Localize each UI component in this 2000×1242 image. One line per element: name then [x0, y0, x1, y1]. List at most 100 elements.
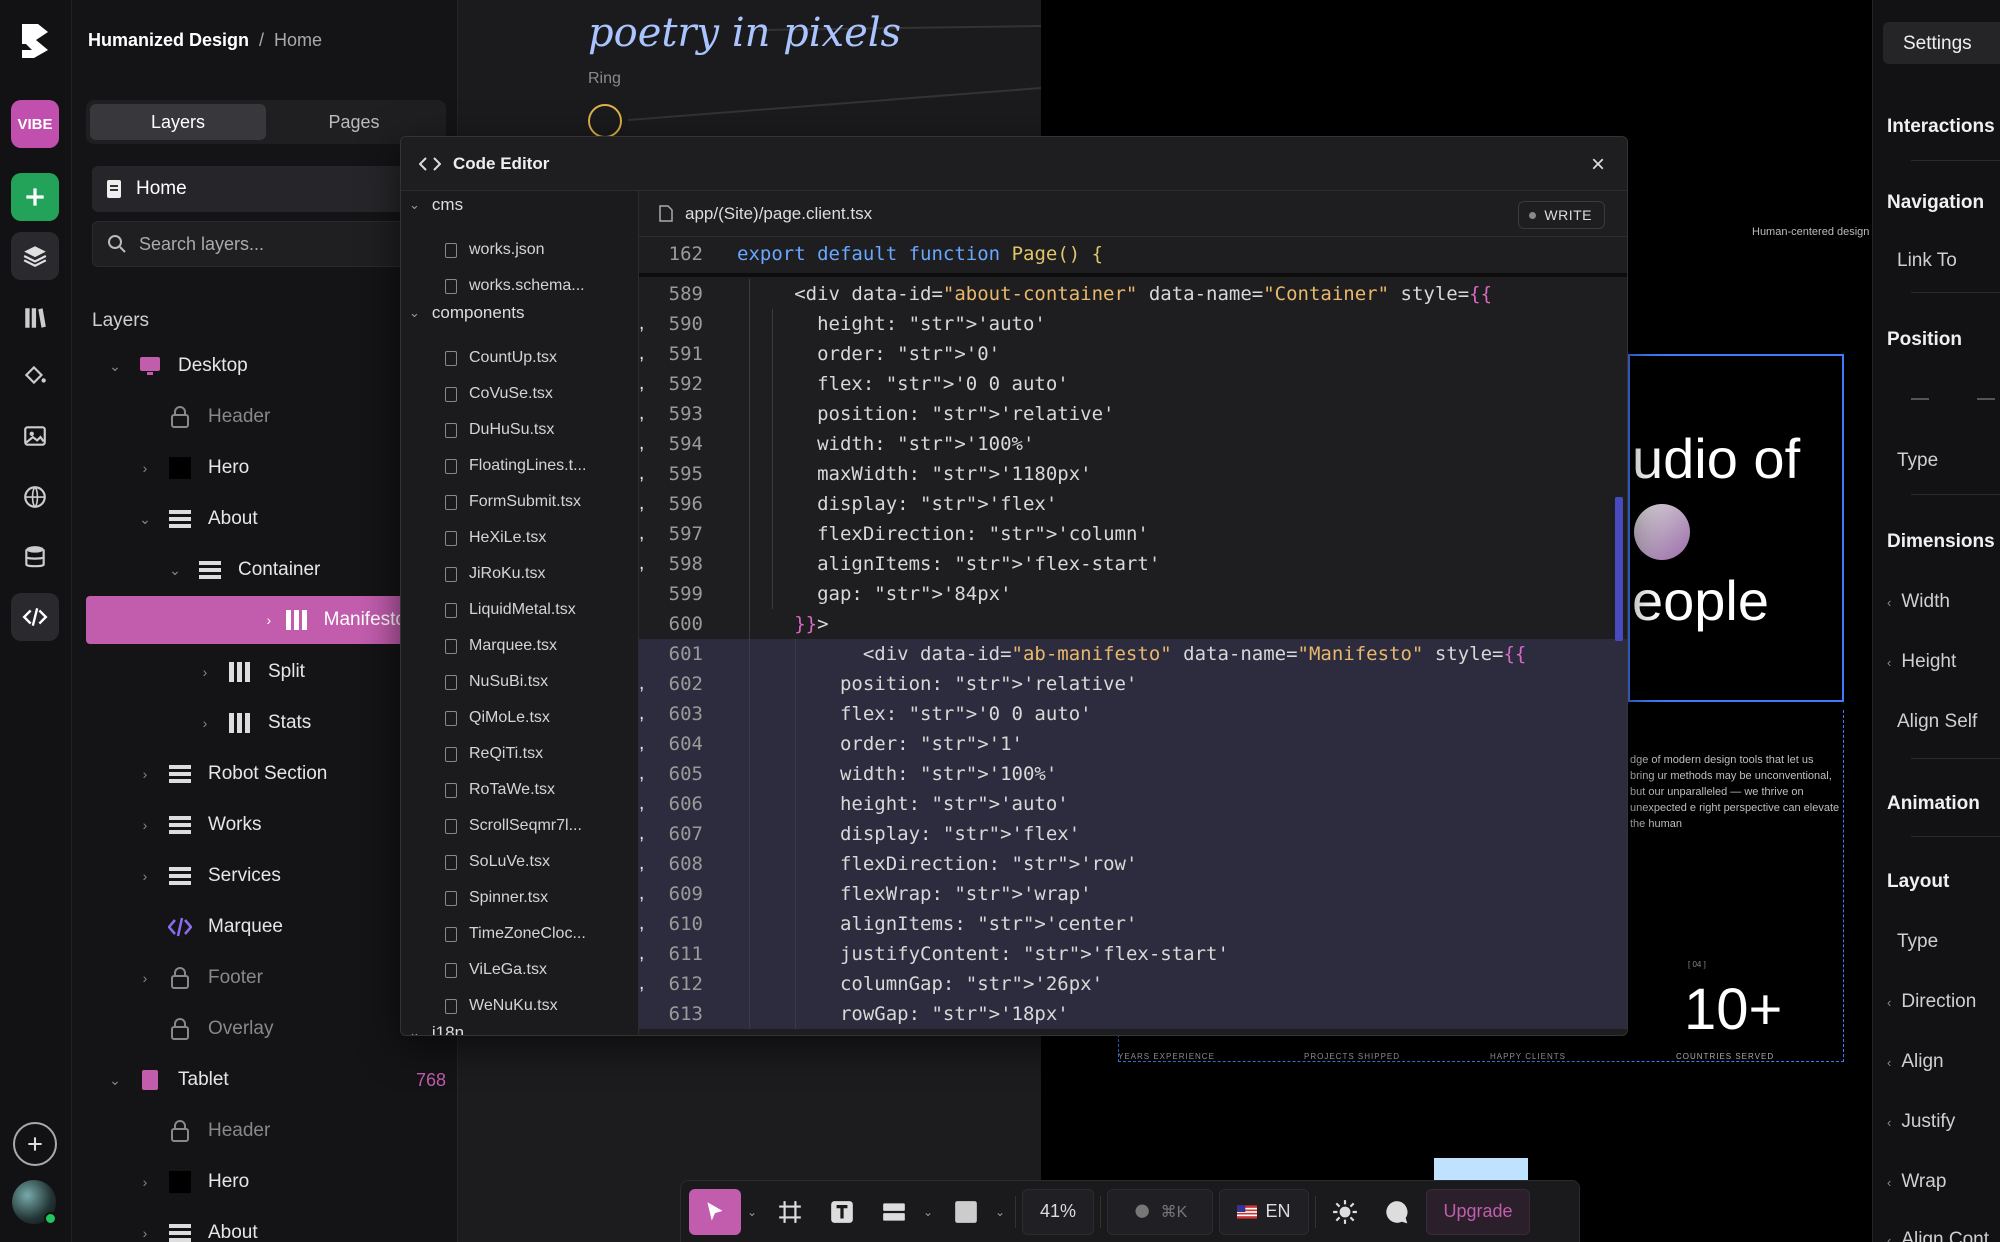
tree-file[interactable]: Marquee.tsx: [445, 637, 557, 655]
tree-file[interactable]: RoTaWe.tsx: [445, 781, 555, 799]
code-line[interactable]: 613 rowGap: "str">'18px': [639, 999, 1627, 1029]
align-label[interactable]: ‹ Align: [1887, 1051, 1944, 1073]
layer-desktop[interactable]: ⌄ Desktop 1: [106, 342, 446, 390]
code-line[interactable]: 593 position: "str">'relative',: [639, 399, 1627, 429]
code-line[interactable]: 604 order: "str">'1',: [639, 729, 1627, 759]
code-line[interactable]: 610 alignItems: "str">'center',: [639, 909, 1627, 939]
shape-tool-button[interactable]: [943, 1189, 989, 1235]
layers-button[interactable]: [11, 232, 59, 280]
globe-button[interactable]: [11, 473, 59, 521]
stack-tool-button[interactable]: [871, 1189, 917, 1235]
user-avatar[interactable]: [12, 1180, 57, 1225]
comments-button[interactable]: [1374, 1189, 1420, 1235]
code-line[interactable]: 592 flex: "str">'0 0 auto',: [639, 369, 1627, 399]
layer-marquee[interactable]: Marquee: [136, 903, 283, 951]
tree-file[interactable]: FloatingLines.t...: [445, 457, 586, 475]
code-line[interactable]: 594 width: "str">'100%',: [639, 429, 1627, 459]
chevron-right-icon[interactable]: ›: [136, 460, 154, 476]
code-line[interactable]: 590 height: "str">'auto',: [639, 309, 1627, 339]
app-logo[interactable]: [18, 22, 52, 60]
ring-element[interactable]: [588, 104, 622, 138]
editor-titlebar[interactable]: Code Editor: [401, 137, 1627, 191]
chevron-down-icon[interactable]: ⌄: [166, 562, 184, 579]
code-line[interactable]: 611 justifyContent: "str">'flex-start',: [639, 939, 1627, 969]
tree-file[interactable]: Spinner.tsx: [445, 889, 548, 907]
direction-label[interactable]: ‹ Direction: [1887, 991, 1976, 1013]
tree-file[interactable]: SoLuVe.tsx: [445, 853, 550, 871]
upgrade-button[interactable]: Upgrade: [1426, 1188, 1530, 1235]
layer-works[interactable]: › Works: [136, 801, 262, 849]
theme-toggle-button[interactable]: [1322, 1189, 1368, 1235]
section-layout[interactable]: Layout: [1887, 871, 1949, 893]
code-line[interactable]: 599 gap: "str">'84px': [639, 579, 1627, 609]
sticky-scroll-line[interactable]: 162 export default function Page() {: [639, 239, 1627, 269]
section-dimensions[interactable]: Dimensions: [1887, 531, 1995, 553]
chevron-right-icon[interactable]: ›: [136, 1225, 154, 1241]
tree-file[interactable]: WeNuKu.tsx: [445, 997, 558, 1015]
height-label[interactable]: ‹ Height: [1887, 651, 1956, 673]
layer-hero[interactable]: › Hero: [136, 1158, 249, 1206]
layer-header[interactable]: Header: [136, 1107, 270, 1155]
tab-pages[interactable]: Pages: [266, 104, 442, 140]
layer-tablet[interactable]: ⌄ Tablet 768: [106, 1056, 446, 1104]
chevron-down-icon[interactable]: ⌄: [106, 358, 124, 375]
width-label[interactable]: ‹ Width: [1887, 591, 1950, 613]
database-button[interactable]: [11, 533, 59, 581]
layer-footer[interactable]: › Footer: [136, 954, 263, 1002]
file-path[interactable]: app/(Site)/page.client.tsx: [685, 204, 872, 224]
section-animation[interactable]: Animation: [1887, 793, 1980, 815]
code-line[interactable]: 603 flex: "str">'0 0 auto',: [639, 699, 1627, 729]
tree-folder[interactable]: ⌄ i18n: [409, 1023, 464, 1035]
link-to-label[interactable]: Link To: [1897, 250, 1957, 272]
layer-services[interactable]: › Services: [136, 852, 281, 900]
chevron-right-icon[interactable]: ›: [266, 612, 272, 628]
code-area[interactable]: 162 export default function Page() {589 <…: [639, 237, 1627, 1035]
code-line[interactable]: 608 flexDirection: "str">'row',: [639, 849, 1627, 879]
code-line[interactable]: 591 order: "str">'0',: [639, 339, 1627, 369]
layout-type-label[interactable]: Type: [1897, 931, 1938, 953]
code-button[interactable]: [11, 593, 59, 641]
chevron-down-icon[interactable]: ⌄: [106, 1072, 124, 1089]
project-name[interactable]: Humanized Design: [88, 30, 249, 51]
tree-file[interactable]: NuSuBi.tsx: [445, 673, 548, 691]
layer-about[interactable]: › About: [136, 1209, 258, 1242]
close-button[interactable]: ×: [1591, 151, 1605, 179]
section-interactions[interactable]: Interactions: [1887, 116, 1995, 138]
layer-manifesto[interactable]: › Manifesto: [86, 596, 406, 644]
code-line[interactable]: 598 alignItems: "str">'flex-start',: [639, 549, 1627, 579]
chevron-down-icon[interactable]: ⌄: [136, 511, 154, 528]
zoom-level[interactable]: 41%: [1022, 1188, 1094, 1235]
wrap-label[interactable]: ‹ Wrap: [1887, 1171, 1946, 1193]
chevron-down-icon[interactable]: ⌄: [747, 1205, 761, 1219]
code-line[interactable]: 601 <div data-id="ab-manifesto" data-nam…: [639, 639, 1627, 669]
code-line[interactable]: 609 flexWrap: "str">'wrap',: [639, 879, 1627, 909]
tree-file[interactable]: FormSubmit.tsx: [445, 493, 581, 511]
chevron-right-icon[interactable]: ›: [196, 715, 214, 731]
tab-layers[interactable]: Layers: [90, 104, 266, 140]
tree-file[interactable]: DuHuSu.tsx: [445, 421, 554, 439]
tree-file[interactable]: QiMoLe.tsx: [445, 709, 550, 727]
layer-search-input[interactable]: Search layers...: [92, 221, 432, 267]
layer-robot-section[interactable]: › Robot Section: [136, 750, 328, 798]
code-line[interactable]: 600 }}>: [639, 609, 1627, 639]
text-tool-button[interactable]: [819, 1189, 865, 1235]
chevron-right-icon[interactable]: ›: [136, 817, 154, 833]
tree-file[interactable]: CoVuSe.tsx: [445, 385, 553, 403]
code-line[interactable]: 606 height: "str">'auto',: [639, 789, 1627, 819]
media-button[interactable]: [11, 412, 59, 460]
paint-button[interactable]: [11, 351, 59, 399]
select-tool-button[interactable]: [689, 1188, 741, 1235]
layer-container[interactable]: ⌄ Container: [166, 546, 320, 594]
tree-file[interactable]: TimeZoneCloc...: [445, 925, 586, 943]
align-self-label[interactable]: Align Self: [1897, 711, 1977, 733]
chevron-down-icon[interactable]: ⌄: [995, 1205, 1009, 1219]
library-button[interactable]: [11, 294, 59, 342]
chevron-down-icon[interactable]: ⌄: [923, 1205, 937, 1219]
tree-file[interactable]: LiquidMetal.tsx: [445, 601, 576, 619]
layer-overlay[interactable]: Overlay: [136, 1005, 273, 1053]
breadcrumb-page[interactable]: Home: [274, 30, 322, 51]
layer-header[interactable]: Header: [136, 393, 270, 441]
section-position[interactable]: Position: [1887, 329, 1962, 351]
command-search-button[interactable]: ⌘K: [1107, 1188, 1213, 1235]
chevron-right-icon[interactable]: ›: [136, 1174, 154, 1190]
